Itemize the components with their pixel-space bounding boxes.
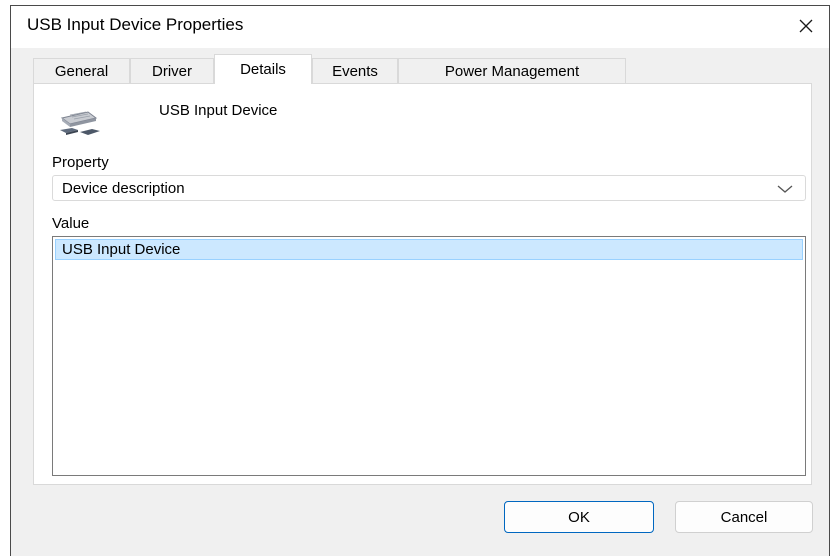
chevron-down-icon — [777, 185, 793, 193]
properties-dialog: USB Input Device Properties General Driv… — [10, 5, 830, 556]
tab-power-management[interactable]: Power Management — [398, 58, 626, 83]
tab-events[interactable]: Events — [312, 58, 398, 83]
ok-button[interactable]: OK — [504, 501, 654, 533]
property-selected-value: Device description — [62, 180, 185, 197]
window-title: USB Input Device Properties — [27, 15, 244, 34]
close-icon — [799, 19, 813, 33]
list-item[interactable]: USB Input Device — [55, 239, 803, 260]
device-name: USB Input Device — [159, 102, 278, 119]
title-bar: USB Input Device Properties — [11, 6, 829, 48]
details-panel: USB Input Device Property Device descrip… — [33, 83, 812, 485]
value-listbox[interactable]: USB Input Device — [52, 236, 806, 476]
property-dropdown[interactable]: Device description — [52, 175, 806, 201]
tab-general[interactable]: General — [33, 58, 130, 83]
tab-driver[interactable]: Driver — [130, 58, 214, 83]
tab-strip: General Driver Details Events Power Mana… — [33, 54, 829, 84]
close-button[interactable] — [789, 10, 823, 42]
tab-details[interactable]: Details — [214, 54, 312, 84]
value-label: Value — [52, 215, 90, 232]
usb-device-icon — [60, 111, 100, 135]
cancel-button[interactable]: Cancel — [675, 501, 813, 533]
property-label: Property — [52, 154, 109, 171]
